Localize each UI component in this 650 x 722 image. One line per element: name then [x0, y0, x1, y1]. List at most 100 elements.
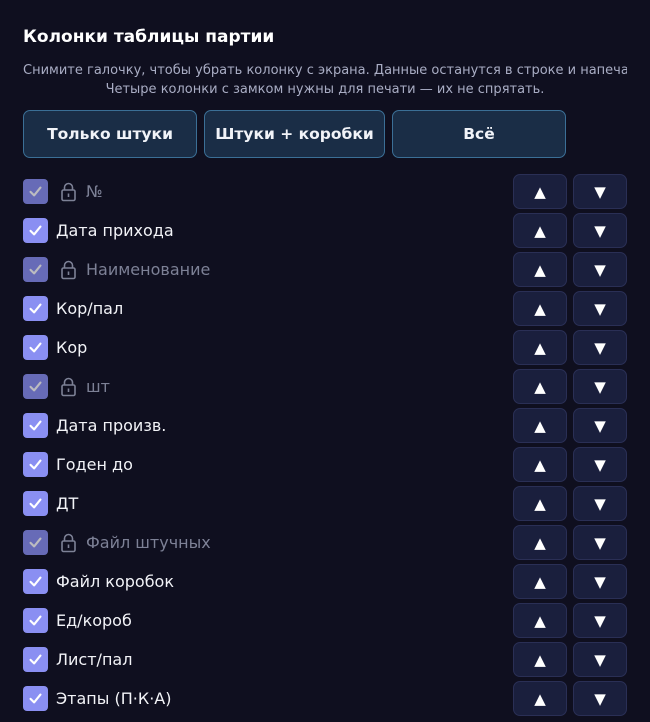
preset-pieces-only-button[interactable]: Только штуки: [23, 110, 197, 158]
column-visible-checkbox: [23, 179, 48, 204]
hint-text: Снимите галочку, чтобы убрать колонку с …: [23, 63, 627, 78]
column-visible-checkbox: [23, 257, 48, 282]
column-visible-checkbox[interactable]: [23, 452, 48, 477]
move-up-button[interactable]: ▲: [513, 408, 567, 443]
column-label: Наименование: [86, 260, 211, 279]
checkmark-icon: [27, 612, 44, 629]
column-label: Ед/короб: [56, 611, 132, 630]
column-row: ДТ ▲ ▼: [0, 485, 650, 524]
move-up-button[interactable]: ▲: [513, 174, 567, 209]
checkmark-icon: [27, 222, 44, 239]
move-down-button[interactable]: ▼: [573, 174, 627, 209]
arrow-down-icon: ▼: [594, 689, 606, 708]
move-up-button[interactable]: ▲: [513, 213, 567, 248]
move-down-button[interactable]: ▼: [573, 525, 627, 560]
checkmark-icon: [27, 534, 44, 551]
column-label: №: [86, 182, 103, 201]
column-visible-checkbox[interactable]: [23, 647, 48, 672]
panel-title: Колонки таблицы партии: [23, 27, 275, 47]
column-label: Годен до: [56, 455, 133, 474]
arrow-up-icon: ▲: [534, 455, 546, 474]
arrow-down-icon: ▼: [594, 221, 606, 240]
checkmark-icon: [27, 261, 44, 278]
lock-icon: [60, 377, 77, 397]
column-row: шт ▲ ▼: [0, 368, 650, 407]
arrow-up-icon: ▲: [534, 260, 546, 279]
arrow-up-icon: ▲: [534, 416, 546, 435]
column-row: Кор/пал ▲ ▼: [0, 290, 650, 329]
arrow-up-icon: ▲: [534, 650, 546, 669]
column-row: Годен до ▲ ▼: [0, 446, 650, 485]
move-down-button[interactable]: ▼: [573, 291, 627, 326]
column-row: Кор ▲ ▼: [0, 329, 650, 368]
arrow-down-icon: ▼: [594, 650, 606, 669]
column-row: Ед/короб ▲ ▼: [0, 602, 650, 641]
lock-icon: [60, 533, 77, 553]
column-row: Наименование ▲ ▼: [0, 251, 650, 290]
column-visible-checkbox[interactable]: [23, 413, 48, 438]
preset-pieces-boxes-button[interactable]: Штуки + коробки: [204, 110, 385, 158]
move-down-button[interactable]: ▼: [573, 447, 627, 482]
arrow-down-icon: ▼: [594, 260, 606, 279]
checkmark-icon: [27, 183, 44, 200]
move-up-button[interactable]: ▲: [513, 369, 567, 404]
arrow-down-icon: ▼: [594, 572, 606, 591]
column-visible-checkbox[interactable]: [23, 218, 48, 243]
move-down-button[interactable]: ▼: [573, 252, 627, 287]
column-visible-checkbox[interactable]: [23, 608, 48, 633]
move-down-button[interactable]: ▼: [573, 408, 627, 443]
move-up-button[interactable]: ▲: [513, 252, 567, 287]
column-row: Лист/пал ▲ ▼: [0, 641, 650, 680]
column-row: Файл коробок ▲ ▼: [0, 563, 650, 602]
column-row: Файл штучных ▲ ▼: [0, 524, 650, 563]
checkmark-icon: [27, 456, 44, 473]
move-up-button[interactable]: ▲: [513, 291, 567, 326]
preset-all-button[interactable]: Всё: [392, 110, 566, 158]
column-label: шт: [86, 377, 110, 396]
column-row: № ▲ ▼: [0, 173, 650, 212]
move-up-button[interactable]: ▲: [513, 681, 567, 716]
move-up-button[interactable]: ▲: [513, 642, 567, 677]
move-up-button[interactable]: ▲: [513, 486, 567, 521]
column-visible-checkbox: [23, 374, 48, 399]
move-up-button[interactable]: ▲: [513, 525, 567, 560]
move-down-button[interactable]: ▼: [573, 564, 627, 599]
move-down-button[interactable]: ▼: [573, 603, 627, 638]
move-down-button[interactable]: ▼: [573, 330, 627, 365]
move-down-button[interactable]: ▼: [573, 213, 627, 248]
arrow-down-icon: ▼: [594, 377, 606, 396]
arrow-down-icon: ▼: [594, 611, 606, 630]
arrow-down-icon: ▼: [594, 533, 606, 552]
move-up-button[interactable]: ▲: [513, 603, 567, 638]
lock-icon: [60, 182, 77, 202]
move-down-button[interactable]: ▼: [573, 369, 627, 404]
move-up-button[interactable]: ▲: [513, 564, 567, 599]
arrow-up-icon: ▲: [534, 377, 546, 396]
column-row: Дата произв. ▲ ▼: [0, 407, 650, 446]
move-down-button[interactable]: ▼: [573, 642, 627, 677]
column-label: Кор/пал: [56, 299, 124, 318]
column-visible-checkbox[interactable]: [23, 296, 48, 321]
column-row: Этапы (П·К·А) ▲ ▼: [0, 680, 650, 719]
move-up-button[interactable]: ▲: [513, 447, 567, 482]
column-visible-checkbox[interactable]: [23, 335, 48, 360]
arrow-up-icon: ▲: [534, 533, 546, 552]
arrow-down-icon: ▼: [594, 416, 606, 435]
column-settings-panel: Колонки таблицы партии Снимите галочку, …: [0, 0, 650, 722]
column-label: Файл коробок: [56, 572, 175, 591]
hint-text-lock: Четыре колонки с замком нужны для печати…: [105, 82, 545, 97]
column-visible-checkbox[interactable]: [23, 686, 48, 711]
lock-icon: [60, 260, 77, 280]
checkmark-icon: [27, 300, 44, 317]
checkmark-icon: [27, 339, 44, 356]
column-visible-checkbox[interactable]: [23, 491, 48, 516]
move-down-button[interactable]: ▼: [573, 681, 627, 716]
column-visible-checkbox[interactable]: [23, 569, 48, 594]
arrow-up-icon: ▲: [534, 338, 546, 357]
arrow-up-icon: ▲: [534, 182, 546, 201]
move-up-button[interactable]: ▲: [513, 330, 567, 365]
checkmark-icon: [27, 495, 44, 512]
column-label: Дата прихода: [56, 221, 174, 240]
move-down-button[interactable]: ▼: [573, 486, 627, 521]
arrow-down-icon: ▼: [594, 299, 606, 318]
